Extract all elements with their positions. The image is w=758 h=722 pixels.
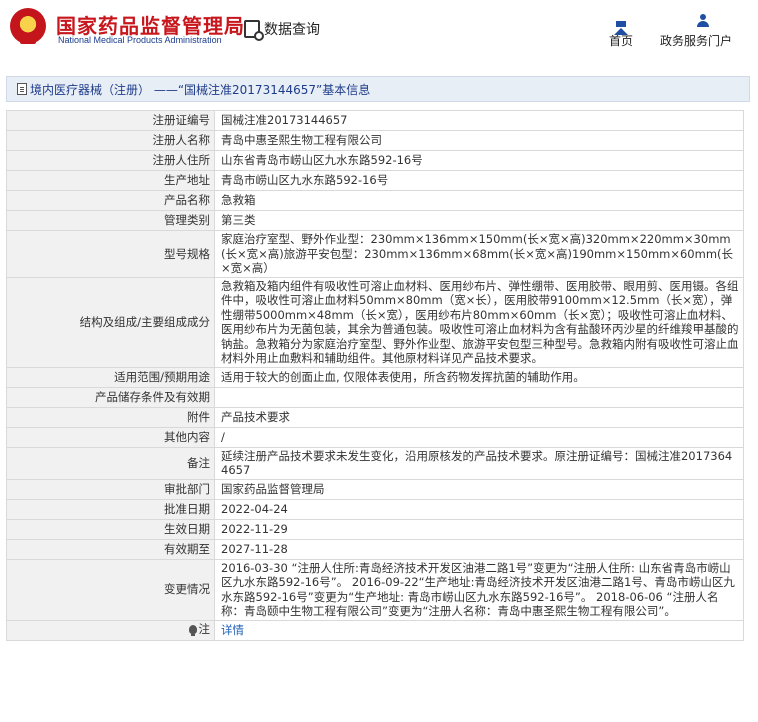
- table-row: 管理类别 第三类: [6, 210, 744, 231]
- field-value: 2022-04-24: [214, 498, 744, 520]
- table-row: 结构及组成/主要组成成分 急救箱及箱内组件有吸收性可溶止血材料、医用纱布片、弹性绷…: [6, 276, 744, 368]
- field-value: /: [214, 426, 744, 448]
- field-value: 2016-03-30 “注册人住所:青岛经济技术开发区油港二路1号”变更为“注册…: [214, 558, 744, 621]
- field-label: 审批部门: [6, 478, 215, 500]
- field-label: 结构及组成/主要组成成分: [6, 276, 215, 368]
- note-label: 注: [198, 622, 211, 637]
- field-value: 山东省青岛市崂山区九水东路592-16号: [214, 150, 744, 171]
- field-label: 生效日期: [6, 518, 215, 540]
- field-label: 有效期至: [6, 538, 215, 560]
- table-row: 备注 延续注册产品技术要求未发生变化，沿用原核发的产品技术要求。原注册证编号：国械…: [6, 446, 744, 480]
- breadcrumb: 境内医疗器械（注册） ——“国械注准20173144657”基本信息: [6, 76, 750, 102]
- nav-service-portal[interactable]: 政务服务门户: [656, 14, 736, 49]
- field-label: 管理类别: [6, 210, 215, 231]
- table-row: 注册证编号 国械注准20173144657: [6, 110, 744, 131]
- table-row: 生产地址 青岛市崂山区九水东路592-16号: [6, 170, 744, 191]
- table-row: 适用范围/预期用途 适用于较大的创面止血, 仅限体表使用，所含药物发挥抗菌的辅助作…: [6, 366, 744, 388]
- nav-home-label: 首页: [608, 34, 633, 48]
- field-label: 生产地址: [6, 170, 215, 191]
- brand-subtitle: National Medical Products Administration: [58, 35, 222, 45]
- nav-service-label: 政务服务门户: [659, 34, 732, 48]
- note-label-cell: 注: [6, 619, 215, 641]
- table-row: 产品名称 急救箱: [6, 190, 744, 211]
- emblem-logo: [10, 8, 46, 44]
- field-value: 产品技术要求: [214, 406, 744, 428]
- field-value: 急救箱: [214, 190, 744, 211]
- field-value: 急救箱及箱内组件有吸收性可溶止血材料、医用纱布片、弹性绷带、医用胶带、眼用剪、医…: [214, 276, 744, 368]
- field-label: 型号规格: [6, 230, 215, 278]
- table-row: 注册人住所 山东省青岛市崂山区九水东路592-16号: [6, 150, 744, 171]
- field-label: 适用范围/预期用途: [6, 366, 215, 388]
- table-row: 生效日期 2022-11-29: [6, 518, 744, 540]
- registration-info-table: 注册证编号 国械注准20173144657 注册人名称 青岛中惠圣熙生物工程有限公司注…: [6, 110, 744, 641]
- field-label: 注册人住所: [6, 150, 215, 171]
- field-label: 附件: [6, 406, 215, 428]
- table-row: 有效期至 2027-11-28: [6, 538, 744, 560]
- field-label: 注册证编号: [6, 110, 215, 131]
- field-label: 注册人名称: [6, 130, 215, 151]
- field-label: 其他内容: [6, 426, 215, 448]
- note-key: 注: [188, 622, 211, 637]
- field-value: 2027-11-28: [214, 538, 744, 560]
- table-row: 其他内容 /: [6, 426, 744, 448]
- field-label: 备注: [6, 446, 215, 480]
- field-value: 适用于较大的创面止血, 仅限体表使用，所含药物发挥抗菌的辅助作用。: [214, 366, 744, 388]
- table-row: 批准日期 2022-04-24: [6, 498, 744, 520]
- site-header: 国家药品监督管理局 National Medical Products Admi…: [0, 0, 758, 62]
- field-label: 产品储存条件及有效期: [6, 386, 215, 408]
- note-value-cell: 详情: [214, 619, 744, 641]
- field-label: 变更情况: [6, 558, 215, 621]
- field-label: 产品名称: [6, 190, 215, 211]
- table-row: 注册人名称 青岛中惠圣熙生物工程有限公司: [6, 130, 744, 151]
- field-value: 第三类: [214, 210, 744, 231]
- field-value: 青岛市崂山区九水东路592-16号: [214, 170, 744, 191]
- field-value: 青岛中惠圣熙生物工程有限公司: [214, 130, 744, 151]
- field-value: 国械注准20173144657: [214, 110, 744, 131]
- query-icon: [244, 20, 264, 41]
- field-value: [214, 386, 744, 408]
- document-icon: [17, 83, 27, 95]
- data-query-link[interactable]: 数据查询: [244, 18, 320, 41]
- note-row: 注详情: [6, 619, 744, 641]
- detail-link[interactable]: 详情: [221, 623, 244, 637]
- nav-home[interactable]: 首页: [601, 14, 641, 49]
- field-value: 延续注册产品技术要求未发生变化，沿用原核发的产品技术要求。原注册证编号：国械注准…: [214, 446, 744, 480]
- field-label: 批准日期: [6, 498, 215, 520]
- table-row: 审批部门 国家药品监督管理局: [6, 478, 744, 500]
- bulb-icon: [188, 625, 197, 637]
- field-value: 家庭治疗室型、野外作业型：230mm×136mm×150mm(长×宽×高)320…: [214, 230, 744, 278]
- field-value: 国家药品监督管理局: [214, 478, 744, 500]
- field-value: 2022-11-29: [214, 518, 744, 540]
- table-row: 变更情况 2016-03-30 “注册人住所:青岛经济技术开发区油港二路1号”变更…: [6, 558, 744, 621]
- table-row: 产品储存条件及有效期: [6, 386, 744, 408]
- breadcrumb-text: 境内医疗器械（注册） ——“国械注准20173144657”基本信息: [30, 82, 371, 97]
- table-row: 型号规格 家庭治疗室型、野外作业型：230mm×136mm×150mm(长×宽×高…: [6, 230, 744, 278]
- person-icon: [689, 14, 703, 28]
- home-icon: [614, 14, 628, 35]
- data-query-label: 数据查询: [264, 22, 320, 38]
- table-row: 附件 产品技术要求: [6, 406, 744, 428]
